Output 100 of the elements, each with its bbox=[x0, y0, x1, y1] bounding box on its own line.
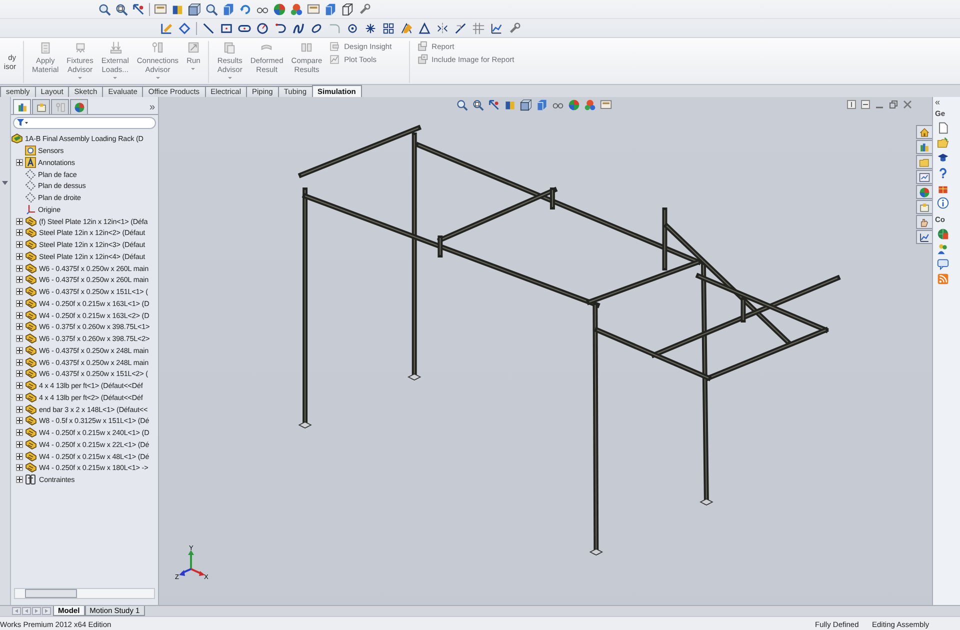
task-tab[interactable] bbox=[916, 140, 932, 154]
color-sphere-icon[interactable] bbox=[74, 102, 84, 112]
zoom-icon[interactable] bbox=[456, 99, 468, 111]
expand-toggle[interactable] bbox=[16, 300, 23, 307]
expand-toggle[interactable] bbox=[16, 241, 23, 248]
dimension-icon[interactable] bbox=[178, 22, 191, 35]
globe-icon[interactable] bbox=[937, 228, 949, 240]
expand-toggle[interactable] bbox=[16, 406, 23, 413]
mirror-icon[interactable] bbox=[436, 22, 449, 35]
fixture-icon bbox=[74, 41, 86, 54]
circle-icon[interactable] bbox=[256, 22, 269, 35]
annotation-icon bbox=[25, 156, 36, 168]
color-sphere-icon[interactable] bbox=[568, 99, 580, 111]
section-view-icon[interactable] bbox=[504, 99, 516, 111]
chat-bubble-icon[interactable] bbox=[937, 258, 949, 270]
zoom-icon[interactable] bbox=[205, 2, 218, 16]
arrow-icon[interactable] bbox=[488, 99, 500, 111]
expand-toggle[interactable] bbox=[16, 476, 23, 484]
info-icon[interactable] bbox=[937, 197, 949, 209]
display-icon[interactable] bbox=[600, 99, 612, 111]
task-tab[interactable] bbox=[916, 185, 932, 199]
ellipse-icon[interactable] bbox=[310, 22, 323, 35]
tile-icon[interactable] bbox=[847, 100, 856, 109]
property-manager-tab[interactable] bbox=[32, 99, 50, 114]
zoom-area-icon[interactable] bbox=[472, 99, 484, 111]
wireframe-cube-icon[interactable] bbox=[341, 2, 354, 16]
sketch-pencil-icon[interactable] bbox=[160, 22, 173, 35]
smart-dimension-icon[interactable] bbox=[400, 22, 413, 35]
library-icon[interactable] bbox=[16, 102, 28, 112]
tool-icon[interactable] bbox=[358, 2, 371, 16]
custom-properties-icon[interactable] bbox=[36, 102, 46, 112]
feature-manager-tab[interactable] bbox=[13, 99, 31, 114]
part-icon bbox=[25, 239, 37, 250]
part-icon bbox=[25, 450, 37, 462]
expand-toggle[interactable] bbox=[16, 218, 23, 225]
expand-arrow-icon[interactable] bbox=[2, 181, 8, 185]
expand-toggle[interactable] bbox=[16, 288, 23, 296]
collapse-button[interactable]: « bbox=[935, 98, 960, 107]
pattern-icon[interactable] bbox=[382, 22, 395, 35]
line-icon[interactable] bbox=[202, 22, 215, 35]
task-tab[interactable] bbox=[916, 230, 932, 244]
display-icon[interactable] bbox=[154, 2, 167, 16]
expand-toggle[interactable] bbox=[16, 264, 23, 272]
slot-icon[interactable] bbox=[238, 22, 251, 35]
expand-toggle[interactable] bbox=[16, 394, 23, 401]
cube-icon[interactable] bbox=[222, 2, 235, 16]
zoom-icon[interactable] bbox=[98, 2, 111, 16]
expand-toggle[interactable] bbox=[16, 440, 23, 448]
task-tab[interactable] bbox=[916, 125, 932, 139]
tile-icon[interactable] bbox=[861, 100, 870, 109]
horizontal-scrollbar[interactable] bbox=[14, 588, 155, 599]
expand-toggle[interactable] bbox=[16, 335, 23, 342]
trim-icon[interactable] bbox=[418, 22, 431, 35]
expand-toggle[interactable] bbox=[16, 312, 23, 319]
rss-icon[interactable] bbox=[937, 273, 949, 285]
expand-toggle[interactable] bbox=[16, 252, 23, 260]
zoom-area-icon[interactable] bbox=[115, 2, 128, 16]
expand-toggle[interactable] bbox=[16, 229, 23, 236]
task-tab[interactable] bbox=[916, 200, 932, 214]
document-icon[interactable] bbox=[937, 122, 949, 134]
expand-toggle[interactable] bbox=[16, 358, 23, 366]
expand-toggle[interactable] bbox=[16, 382, 23, 390]
filter-field[interactable] bbox=[13, 117, 156, 129]
cube-icon[interactable] bbox=[536, 99, 548, 111]
expand-toggle[interactable] bbox=[16, 158, 23, 166]
display-manager-tab[interactable] bbox=[70, 99, 88, 114]
graduation-cap-icon[interactable] bbox=[937, 152, 949, 164]
grid-icon[interactable] bbox=[472, 22, 485, 35]
color-sphere-icon[interactable] bbox=[273, 2, 286, 16]
expand-toggle[interactable] bbox=[16, 464, 23, 472]
relation-icon[interactable] bbox=[454, 22, 467, 35]
cube-icon[interactable] bbox=[324, 2, 337, 16]
scene-icon[interactable] bbox=[584, 99, 596, 111]
chart-icon[interactable] bbox=[490, 22, 503, 35]
help-icon[interactable] bbox=[937, 167, 949, 179]
display-icon[interactable] bbox=[307, 2, 320, 16]
expand-toggle[interactable] bbox=[16, 276, 23, 284]
close-icon[interactable] bbox=[903, 100, 912, 109]
expand-toggle[interactable] bbox=[16, 323, 23, 330]
collapse-button[interactable]: » bbox=[149, 102, 155, 114]
expand-toggle[interactable] bbox=[16, 429, 23, 436]
spline-icon[interactable] bbox=[292, 22, 305, 35]
tool-icon[interactable] bbox=[508, 22, 521, 35]
rotate-icon[interactable] bbox=[239, 2, 252, 16]
point-icon[interactable] bbox=[346, 22, 359, 35]
scene-icon[interactable] bbox=[290, 2, 303, 16]
restore-icon[interactable] bbox=[889, 100, 898, 109]
view-orientation-icon[interactable] bbox=[188, 2, 201, 16]
rectangle-icon[interactable] bbox=[220, 22, 233, 35]
task-tab[interactable] bbox=[916, 215, 932, 229]
arrow-icon[interactable] bbox=[132, 2, 145, 16]
expand-toggle[interactable] bbox=[16, 346, 23, 354]
expand-toggle[interactable] bbox=[16, 370, 23, 378]
expand-toggle[interactable] bbox=[16, 417, 23, 424]
asterisk-icon[interactable] bbox=[364, 22, 377, 35]
view-orientation-icon[interactable] bbox=[520, 99, 532, 111]
task-tab[interactable] bbox=[916, 170, 932, 184]
arc-icon[interactable] bbox=[274, 22, 287, 35]
expand-toggle[interactable] bbox=[16, 452, 23, 460]
people-icon[interactable] bbox=[937, 243, 949, 255]
